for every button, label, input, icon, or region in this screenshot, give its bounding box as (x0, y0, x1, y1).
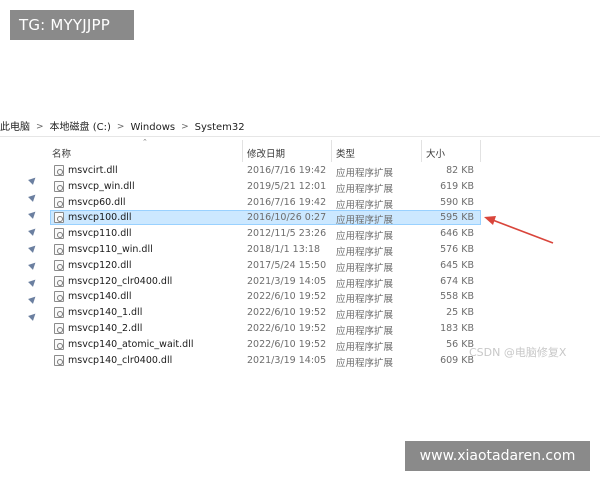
csdn-watermark: CSDN @电脑修复X (469, 346, 567, 359)
arrow-head (484, 216, 496, 225)
site-watermark: www.xiaotadaren.com (405, 441, 590, 471)
annotation-arrow (484, 216, 554, 244)
arrow-shaft (489, 218, 554, 244)
